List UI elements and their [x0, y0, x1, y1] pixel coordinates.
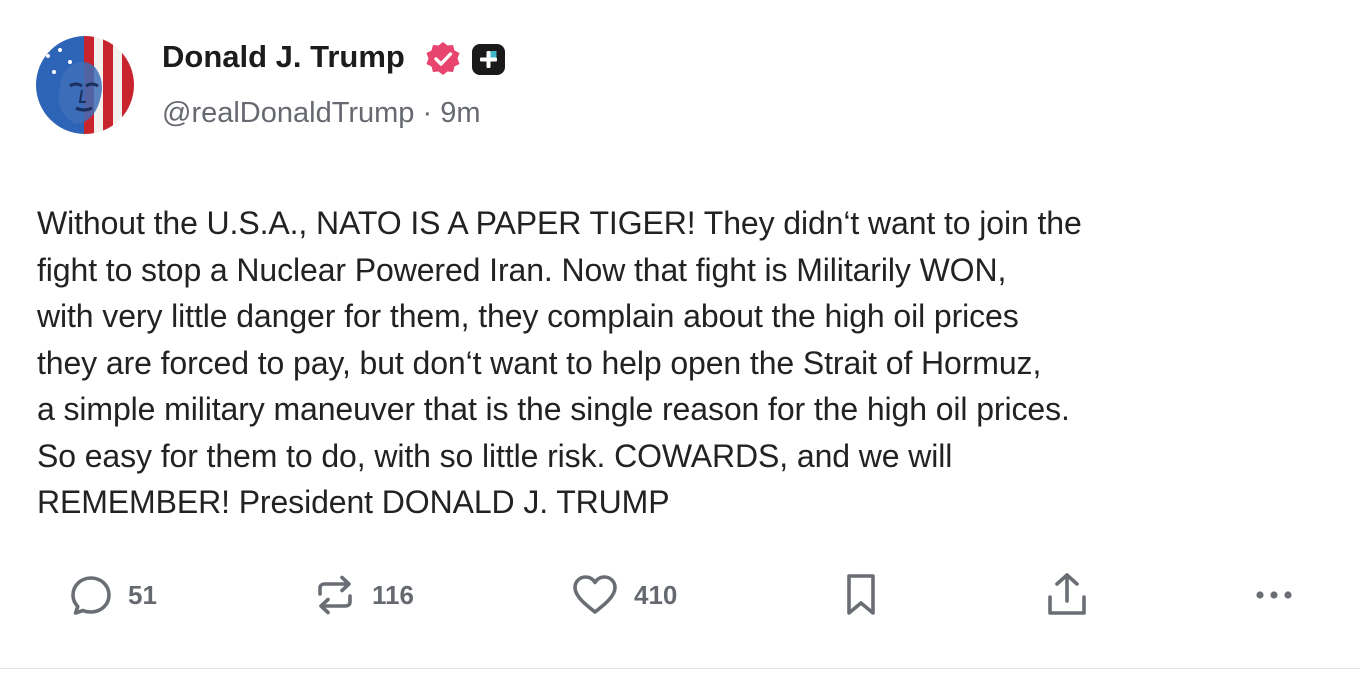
- plus-badge-icon: [472, 44, 505, 75]
- handle-separator: ·: [422, 97, 433, 129]
- share-button[interactable]: [1044, 571, 1090, 619]
- author-handle[interactable]: @realDonaldTrump: [162, 97, 414, 129]
- reply-button[interactable]: 51: [68, 571, 157, 619]
- post-card: Donald J. Trump @realDonaldTrump · 9m Wi…: [0, 0, 1360, 670]
- bookmark-button[interactable]: [840, 571, 882, 619]
- more-options-button[interactable]: [1252, 571, 1296, 619]
- avatar[interactable]: [36, 36, 134, 134]
- repost-count: 116: [372, 579, 414, 610]
- reply-bubble-icon: [71, 576, 111, 615]
- heart-icon: [573, 575, 617, 614]
- bookmark-icon: [847, 574, 875, 615]
- like-button[interactable]: 410: [570, 571, 677, 619]
- repost-button[interactable]: 116: [312, 571, 414, 619]
- post-timestamp[interactable]: 9m: [440, 97, 480, 129]
- share-upload-icon: [1048, 573, 1086, 615]
- reply-count: 51: [128, 579, 157, 610]
- verified-badge-icon: [426, 42, 460, 75]
- repost-icon: [318, 575, 352, 615]
- like-count: 410: [634, 579, 678, 610]
- author-handle-line: @realDonaldTrump · 9m: [162, 97, 481, 130]
- post-divider: [0, 668, 1360, 669]
- post-body-text: Without the U.S.A., NATO IS A PAPER TIGE…: [37, 205, 1082, 520]
- more-dots-icon: [1256, 591, 1292, 599]
- avatar-image: [36, 36, 134, 134]
- author-display-name[interactable]: Donald J. Trump: [162, 39, 405, 75]
